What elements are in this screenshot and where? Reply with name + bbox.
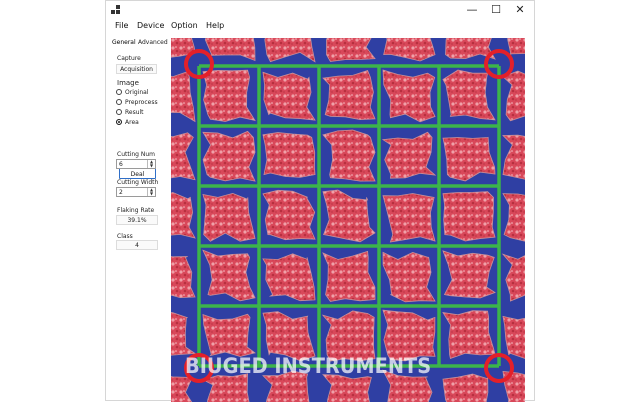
image-group-label: Image — [117, 79, 139, 87]
menu-device[interactable]: Device — [137, 21, 164, 30]
sample-fragment — [507, 38, 525, 55]
analysis-image[interactable]: BIUGED INSTRUMENTS — [171, 38, 525, 402]
tab-general[interactable]: General — [112, 39, 136, 46]
sample-fragment — [442, 310, 496, 360]
capture-label: Capture — [117, 55, 141, 62]
sample-fragment — [262, 71, 316, 121]
capture-mode-field[interactable]: Acquisition — [116, 64, 157, 74]
menu-file[interactable]: File — [115, 21, 128, 30]
sample-fragment — [201, 373, 250, 402]
radio-original[interactable]: Original — [116, 88, 148, 97]
menu-bar: File Device Option Help — [106, 19, 534, 34]
sample-fragment — [202, 249, 256, 302]
radio-label: Result — [125, 109, 144, 116]
sample-fragment — [382, 69, 436, 123]
sample-fragment — [442, 136, 496, 182]
watermark-text: BIUGED INSTRUMENTS — [185, 354, 432, 378]
menu-option[interactable]: Option — [171, 21, 198, 30]
radio-label: Area — [125, 119, 139, 126]
sample-fragment — [322, 250, 376, 302]
title-bar: — ☐ ✕ — [106, 1, 534, 19]
radio-icon — [116, 98, 122, 105]
sample-fragment — [262, 189, 316, 241]
sample-grid-image — [171, 38, 525, 402]
sample-fragment — [381, 131, 437, 179]
tab-advanced[interactable]: Advanced — [138, 39, 168, 46]
sample-fragment — [262, 132, 316, 178]
radio-label: Preprocess — [125, 99, 158, 106]
deal-button[interactable]: Deal — [119, 168, 156, 179]
sample-fragment — [442, 191, 496, 242]
sample-fragment — [382, 193, 436, 243]
sample-fragment — [502, 70, 525, 122]
sample-fragment — [502, 134, 525, 180]
flaking-rate-value: 39.1% — [116, 215, 158, 225]
maximize-icon[interactable]: ☐ — [485, 2, 507, 18]
sample-fragment — [322, 70, 376, 121]
cutting-num-label: Cutting Num — [117, 151, 156, 158]
sample-blocks — [171, 38, 525, 402]
radio-icon — [116, 108, 122, 115]
radio-result[interactable]: Result — [116, 108, 144, 117]
sample-fragment — [502, 370, 525, 402]
cutting-width-label: Cutting Width — [117, 179, 159, 186]
radio-area[interactable]: Area — [116, 118, 139, 127]
app-window: — ☐ ✕ File Device Option Help General Ad… — [105, 0, 535, 402]
sample-fragment — [202, 69, 256, 122]
stepper-arrows-icon[interactable]: ▲ ▼ — [147, 188, 155, 196]
flaking-rate-label: Flaking Rate — [117, 207, 155, 214]
sample-fragment — [502, 315, 525, 359]
class-label: Class — [117, 233, 133, 240]
sample-fragment — [502, 193, 525, 242]
stepper-arrows-icon[interactable]: ▲ ▼ — [147, 160, 155, 168]
close-icon[interactable]: ✕ — [509, 2, 531, 18]
sample-fragment — [171, 191, 196, 239]
sample-fragment — [382, 251, 436, 303]
sample-fragment — [264, 38, 316, 63]
sample-fragment — [202, 130, 256, 182]
radio-selected-icon — [116, 118, 122, 125]
sample-fragment — [326, 38, 376, 62]
sample-fragment — [383, 38, 436, 62]
sample-fragment — [202, 313, 256, 357]
radio-icon — [116, 88, 122, 95]
menu-help[interactable]: Help — [206, 21, 224, 30]
sample-fragment — [171, 312, 197, 356]
sample-fragment — [202, 192, 256, 242]
sample-fragment — [171, 132, 196, 181]
cutting-num-stepper[interactable]: 6 ▲ ▼ — [116, 159, 156, 169]
sample-fragment — [262, 253, 316, 302]
sample-fragment — [171, 71, 196, 123]
sample-fragment — [442, 373, 489, 402]
class-value: 4 — [116, 240, 158, 250]
cutting-width-value: 2 — [119, 189, 123, 196]
sample-fragment — [322, 129, 376, 182]
minimize-icon[interactable]: — — [461, 2, 483, 18]
sample-fragment — [171, 256, 196, 299]
cutting-width-stepper[interactable]: 2 ▲ ▼ — [116, 187, 156, 197]
app-icon — [111, 5, 121, 15]
radio-label: Original — [125, 89, 149, 96]
sample-fragment — [442, 250, 496, 299]
sample-fragment — [322, 374, 372, 402]
radio-preprocess[interactable]: Preprocess — [116, 98, 158, 107]
settings-panel: General Advanced Capture Acquisition Ima… — [106, 35, 169, 401]
cutting-num-value: 6 — [119, 161, 123, 168]
sample-fragment — [442, 69, 496, 121]
sample-fragment — [322, 189, 376, 243]
sample-fragment — [501, 253, 525, 302]
